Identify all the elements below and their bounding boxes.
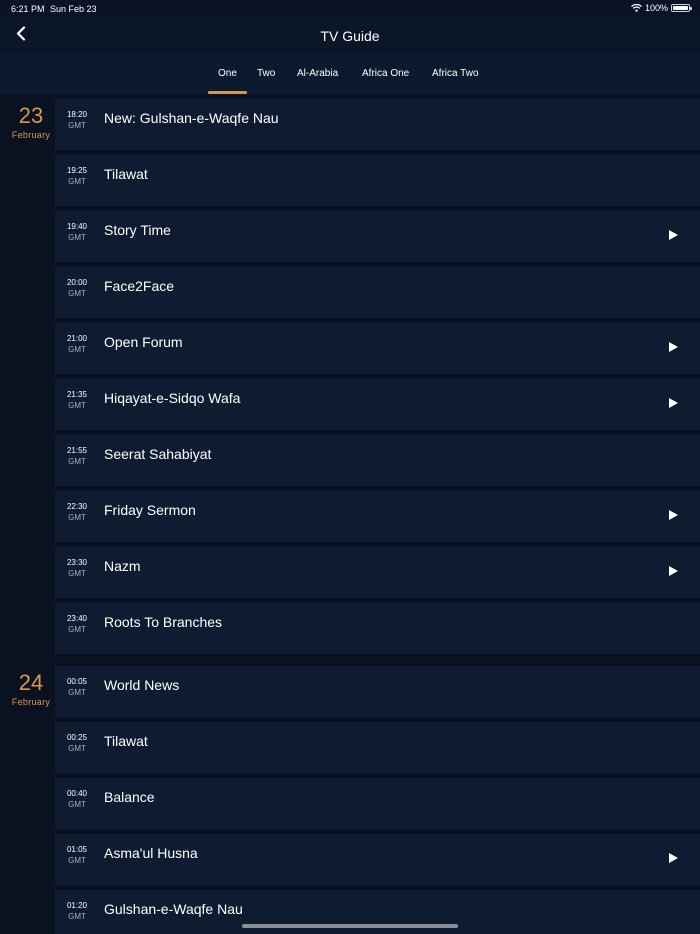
- wifi-icon: [631, 4, 642, 12]
- program-row[interactable]: 20:00 GMT Face2Face: [55, 267, 700, 318]
- battery-level: [673, 6, 688, 10]
- date-day: 24: [18, 670, 44, 695]
- status-date: Sun Feb 23: [50, 4, 97, 14]
- program-time: 18:20: [66, 110, 88, 119]
- program-timezone: GMT: [68, 401, 86, 410]
- tab-africa-one[interactable]: Africa One: [362, 68, 409, 79]
- schedule-list[interactable]: 23 February 24 February 18:20 GMT New: G…: [0, 94, 700, 934]
- program-timezone: GMT: [68, 289, 86, 298]
- play-icon[interactable]: [669, 853, 678, 863]
- tv-guide-screen: 6:21 PM Sun Feb 23 100% TV Guide One Two…: [0, 0, 700, 934]
- program-time: 22:30: [66, 502, 88, 511]
- program-timezone: GMT: [68, 345, 86, 354]
- program-timezone: GMT: [68, 856, 86, 865]
- program-row[interactable]: 18:20 GMT New: Gulshan-e-Waqfe Nau: [55, 99, 700, 150]
- play-icon[interactable]: [669, 566, 678, 576]
- program-timezone: GMT: [68, 912, 86, 921]
- program-row[interactable]: 00:25 GMT Tilawat: [55, 722, 700, 773]
- play-icon[interactable]: [669, 510, 678, 520]
- program-timezone: GMT: [68, 233, 86, 242]
- program-title: Face2Face: [104, 278, 175, 294]
- program-timezone: GMT: [68, 744, 86, 753]
- program-time: 19:25: [66, 166, 88, 175]
- program-time: 23:40: [66, 614, 88, 623]
- program-timezone: GMT: [68, 625, 86, 634]
- program-timezone: GMT: [68, 513, 86, 522]
- tab-one[interactable]: One: [218, 68, 237, 79]
- program-title: Nazm: [104, 558, 141, 574]
- program-timezone: GMT: [68, 800, 86, 809]
- program-title: Gulshan-e-Waqfe Nau: [104, 901, 243, 917]
- program-title: Hiqayat-e-Sidqo Wafa: [104, 390, 241, 406]
- program-timezone: GMT: [68, 457, 86, 466]
- play-icon[interactable]: [669, 230, 678, 240]
- battery-nub: [690, 7, 692, 10]
- page-title: TV Guide: [320, 28, 380, 44]
- date-header-24: 24 February: [0, 670, 62, 708]
- program-time: 21:00: [66, 334, 88, 343]
- tab-africa-two[interactable]: Africa Two: [432, 68, 479, 79]
- program-time: 21:35: [66, 390, 88, 399]
- program-title: World News: [104, 677, 180, 693]
- program-time: 21:55: [66, 446, 88, 455]
- program-row[interactable]: 21:00 GMT Open Forum: [55, 323, 700, 374]
- program-row[interactable]: 21:35 GMT Hiqayat-e-Sidqo Wafa: [55, 379, 700, 430]
- program-row[interactable]: 21:55 GMT Seerat Sahabiyat: [55, 435, 700, 486]
- program-row[interactable]: 00:05 GMT World News: [55, 666, 700, 717]
- date-month: February: [11, 697, 51, 707]
- program-timezone: GMT: [68, 569, 86, 578]
- program-row[interactable]: 23:40 GMT Roots To Branches: [55, 603, 700, 654]
- program-title: Balance: [104, 789, 155, 805]
- program-time: 20:00: [66, 278, 88, 287]
- date-header-23: 23 February: [0, 103, 62, 141]
- status-indicators: 100%: [631, 3, 692, 13]
- program-row[interactable]: 23:30 GMT Nazm: [55, 547, 700, 598]
- program-row[interactable]: 22:30 GMT Friday Sermon: [55, 491, 700, 542]
- program-time: 19:40: [66, 222, 88, 231]
- status-bar: 6:21 PM Sun Feb 23 100%: [0, 0, 700, 18]
- program-time: 00:25: [66, 733, 88, 742]
- battery-percent: 100%: [644, 3, 668, 13]
- program-time: 01:20: [66, 901, 88, 910]
- program-title: Tilawat: [104, 166, 148, 182]
- program-title: Story Time: [104, 222, 171, 238]
- program-time: 01:05: [66, 845, 88, 854]
- status-time: 6:21 PM: [11, 4, 45, 14]
- program-timezone: GMT: [68, 177, 86, 186]
- date-month: February: [11, 130, 51, 140]
- tab-al-arabia[interactable]: Al-Arabia: [297, 68, 338, 79]
- program-time: 00:40: [66, 789, 88, 798]
- date-day: 23: [18, 103, 44, 128]
- play-icon[interactable]: [669, 398, 678, 408]
- channel-tabs: One Two Al-Arabia Africa One Africa Two: [0, 54, 700, 94]
- program-row[interactable]: 00:40 GMT Balance: [55, 778, 700, 829]
- tab-two[interactable]: Two: [257, 68, 275, 79]
- program-title: Friday Sermon: [104, 502, 196, 518]
- program-title: Tilawat: [104, 733, 148, 749]
- program-timezone: GMT: [68, 121, 86, 130]
- home-indicator[interactable]: [242, 924, 458, 928]
- program-row[interactable]: 01:05 GMT Asma'ul Husna: [55, 834, 700, 885]
- program-time: 00:05: [66, 677, 88, 686]
- program-timezone: GMT: [68, 688, 86, 697]
- program-title: New: Gulshan-e-Waqfe Nau: [104, 110, 279, 126]
- program-time: 23:30: [66, 558, 88, 567]
- play-icon[interactable]: [669, 342, 678, 352]
- battery-icon: [671, 4, 692, 12]
- program-title: Asma'ul Husna: [104, 845, 198, 861]
- program-title: Seerat Sahabiyat: [104, 446, 212, 462]
- program-row[interactable]: 19:25 GMT Tilawat: [55, 155, 700, 206]
- program-title: Roots To Branches: [104, 614, 223, 630]
- program-row[interactable]: 19:40 GMT Story Time: [55, 211, 700, 262]
- program-title: Open Forum: [104, 334, 183, 350]
- nav-bar: TV Guide: [0, 18, 700, 54]
